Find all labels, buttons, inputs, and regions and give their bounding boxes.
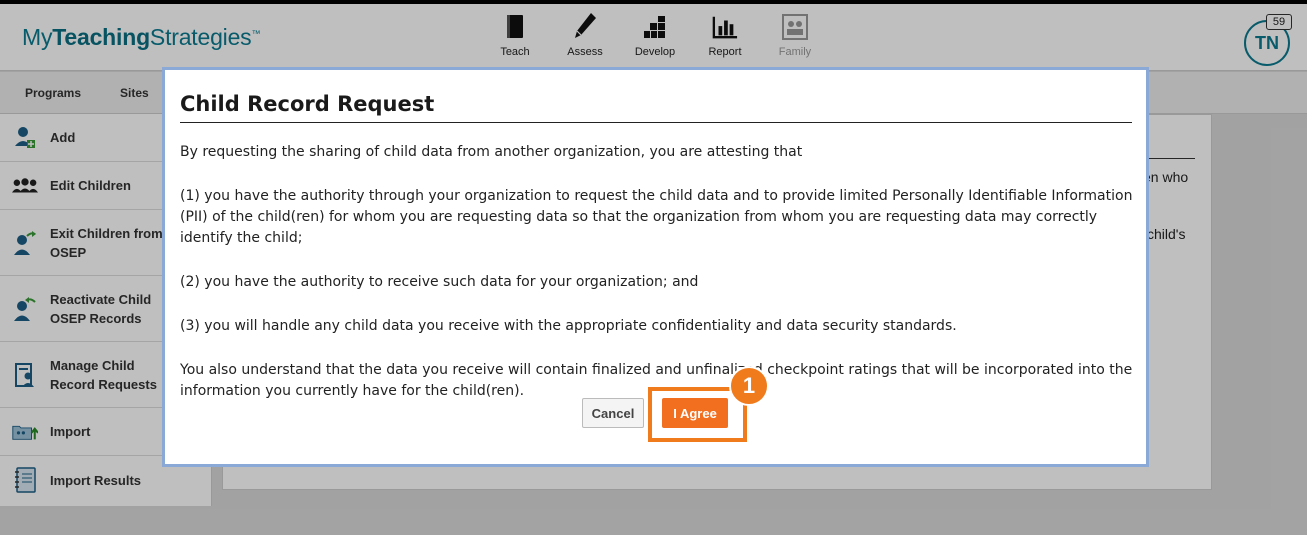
attestation-clause-2: (2) you have the authority to receive su… — [180, 274, 699, 290]
child-record-request-dialog: Child Record Request By requesting the s… — [162, 67, 1149, 467]
attestation-clause-3: (3) you will handle any child data you r… — [180, 318, 957, 334]
i-agree-button[interactable]: I Agree — [662, 398, 728, 428]
attestation-intro: By requesting the sharing of child data … — [180, 144, 803, 160]
title-divider — [180, 122, 1132, 123]
dialog-title: Child Record Request — [180, 92, 435, 116]
attestation-clause-1: (1) you have the authority through your … — [180, 188, 1133, 246]
dialog-body: By requesting the sharing of child data … — [180, 142, 1135, 425]
cancel-button[interactable]: Cancel — [582, 398, 644, 428]
step-number-badge: 1 — [729, 366, 769, 406]
